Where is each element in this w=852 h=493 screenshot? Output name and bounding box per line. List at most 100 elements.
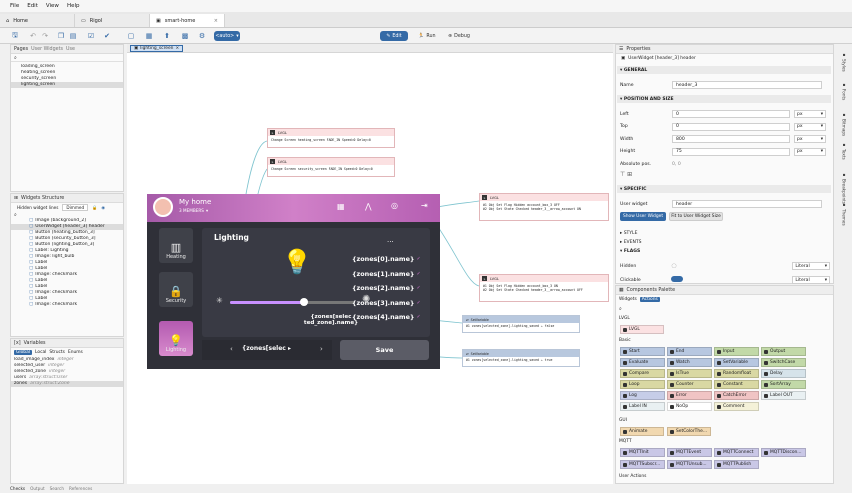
lvgl-action-node[interactable]: L LVGL Change Screen security_screen FADE… [267, 157, 395, 177]
side-tab[interactable]: ▪ Fonts [838, 82, 850, 100]
palette-item[interactable]: Input [714, 347, 759, 356]
palette-item[interactable]: Loop [620, 380, 665, 389]
palette-item[interactable]: SetVariable [714, 358, 759, 367]
zone-row[interactable]: {zones[3].name} ✓ [352, 296, 428, 311]
clickable-toggle[interactable] [671, 276, 788, 284]
device-screen-preview[interactable]: My home 3 MEMBERS ▾ ▦ ⋀ ◎ ⇥ ▥ Heating 🔒 Sec… [147, 194, 440, 369]
hidden-mode-select[interactable]: Literal ▾ [792, 262, 830, 270]
palette-item[interactable]: SortArray [761, 380, 806, 389]
set-variable-node[interactable]: ⇄ SetVariable #1 zones[selected_zone].lig… [462, 315, 580, 333]
hidden-checkbox[interactable]: ◯ [671, 264, 788, 269]
palette-item-mqtt[interactable]: MQTTDiscon... [761, 448, 806, 457]
palette-item[interactable]: Compare [620, 369, 665, 378]
page-item[interactable]: lighting_screen [11, 82, 123, 88]
lighting-button[interactable]: 💡 Lighting [159, 321, 193, 356]
specific-section[interactable]: ▾ SPECIFIC [617, 185, 831, 193]
brightness-slider-track[interactable] [230, 298, 354, 306]
editor-tab-lighting-screen[interactable]: ▣ lighting_screen × [130, 45, 184, 52]
palette-item-mqtt[interactable]: MQTTPublish [714, 460, 759, 469]
palette-item[interactable]: Start [620, 347, 665, 356]
events-section[interactable]: ▸ EVENTS [617, 238, 831, 246]
palette-item[interactable]: Label IN [620, 402, 665, 411]
variable-item[interactable]: zones array:struct:Zone [11, 381, 123, 387]
paste-icon[interactable]: ▤ [68, 31, 78, 41]
widget-tree-item[interactable]: ▢ Image: checkmark [11, 302, 123, 308]
position-size-section[interactable]: ▾ POSITION AND SIZE [617, 95, 831, 103]
tab-smart-home[interactable]: ▣ smart-home × [150, 14, 225, 27]
palette-item[interactable]: Delay [761, 369, 806, 378]
palette-item-animate[interactable]: Animate [620, 427, 664, 436]
palette-item[interactable]: Comment [714, 402, 759, 411]
palette-item[interactable]: Error [667, 391, 712, 400]
palette-item[interactable]: Constant [714, 380, 759, 389]
palette-item[interactable]: NoOp [667, 402, 712, 411]
build-icon[interactable]: ✔ [100, 31, 114, 41]
unit-select[interactable]: px ▾ [794, 122, 826, 131]
tab-pages[interactable]: Pages [14, 47, 28, 52]
more-icon[interactable]: ... [387, 236, 394, 244]
settings-icon[interactable]: ◎ [391, 201, 398, 210]
palette-item-set-color-theme[interactable]: SetColorThe... [667, 427, 711, 436]
palette-item[interactable]: IsTrue [667, 369, 712, 378]
position-input[interactable]: 0 [672, 110, 790, 118]
position-input[interactable]: 75 [672, 147, 790, 156]
eye-icon[interactable]: ◉ [101, 205, 105, 210]
redo-icon[interactable]: ↷ [40, 31, 50, 41]
heating-button[interactable]: ▥ Heating [159, 228, 193, 263]
pages-search-input[interactable] [18, 54, 109, 61]
position-input[interactable]: 800 [672, 135, 790, 143]
close-icon[interactable]: × [175, 46, 179, 51]
palette-item[interactable]: Randomfloat [714, 369, 759, 378]
filter-select[interactable]: Dimmed [62, 204, 89, 211]
side-tab[interactable]: ▪ Themes [838, 202, 850, 226]
chevron-left-icon[interactable]: ‹ [230, 345, 233, 353]
palette-item[interactable]: SwitchCase [761, 358, 806, 367]
tab-use[interactable]: Use [66, 47, 75, 52]
tab-enums[interactable]: Enums [68, 350, 83, 355]
components-icon[interactable]: ▦ [144, 31, 154, 41]
frame-icon[interactable]: ▢ [126, 31, 136, 41]
side-tab[interactable]: ▪ Breakpoints [838, 172, 850, 204]
side-tab[interactable]: ▪ Bitmaps [838, 112, 850, 136]
save-button[interactable]: Save [340, 340, 429, 360]
unit-select[interactable]: px ▾ [794, 110, 826, 118]
palette-item[interactable]: Evaluate [620, 358, 665, 367]
tab-local[interactable]: Local [35, 350, 46, 355]
unit-select[interactable]: px ▾ [794, 147, 826, 156]
upload-icon[interactable]: ⬆ [162, 31, 172, 41]
members-selector[interactable]: 3 MEMBERS ▾ [179, 208, 208, 213]
palette-item[interactable]: Watch [667, 358, 712, 367]
tab-rigol[interactable]: ▭ Rigol [75, 14, 150, 27]
copy-icon[interactable]: ❐ [56, 31, 66, 41]
zone-row[interactable]: {zones[4].name} ✓ [352, 310, 428, 325]
flags-section[interactable]: ▾ FLAGS [617, 247, 831, 255]
calendar-icon[interactable]: ▦ [337, 202, 345, 211]
set-variable-node[interactable]: ⇄ SetVariable #1 zones[selected_zone].lig… [462, 349, 580, 367]
tab-home[interactable]: ⌂ Home [0, 14, 75, 27]
palette-item-mqtt[interactable]: MQTTSubscr... [620, 460, 665, 469]
unit-select[interactable]: px ▾ [794, 135, 826, 143]
grid-icon[interactable]: ▩ [180, 31, 190, 41]
side-tab[interactable]: ▪ Styles [838, 52, 850, 72]
palette-item-lvgl[interactable]: LVGL [620, 325, 664, 334]
menu-help[interactable]: Help [67, 3, 80, 9]
debug-mode-button[interactable]: ⊛ Debug [444, 31, 474, 41]
close-icon[interactable]: × [214, 18, 218, 24]
tab-output[interactable]: Output [30, 486, 45, 493]
zone-row[interactable]: {zones[1].name} ✓ [352, 267, 428, 282]
tab-global[interactable]: Global [14, 350, 33, 355]
tab-user-widgets[interactable]: User Widgets [31, 47, 63, 52]
palette-item-mqtt[interactable]: MQTTConnect [714, 448, 759, 457]
gear-icon[interactable]: ⚙ [197, 31, 207, 41]
undo-icon[interactable]: ↶ [28, 31, 38, 41]
network-icon[interactable]: ⋀ [365, 202, 372, 211]
zone-row[interactable]: {zones[0].name} ✓ [352, 252, 428, 267]
tab-checks[interactable]: Checks [10, 486, 25, 493]
chevron-right-icon[interactable]: › [320, 345, 323, 353]
lvgl-action-node[interactable]: L LVGL #1 Obj Set Flag Hidden account_box… [479, 193, 609, 221]
check-icon[interactable]: ☑ [86, 31, 96, 41]
palette-item-mqtt[interactable]: MQTTInit [620, 448, 665, 457]
tab-references[interactable]: References [69, 486, 92, 493]
palette-item[interactable]: CatchError [714, 391, 759, 400]
user-widget-select[interactable]: header [672, 200, 822, 208]
